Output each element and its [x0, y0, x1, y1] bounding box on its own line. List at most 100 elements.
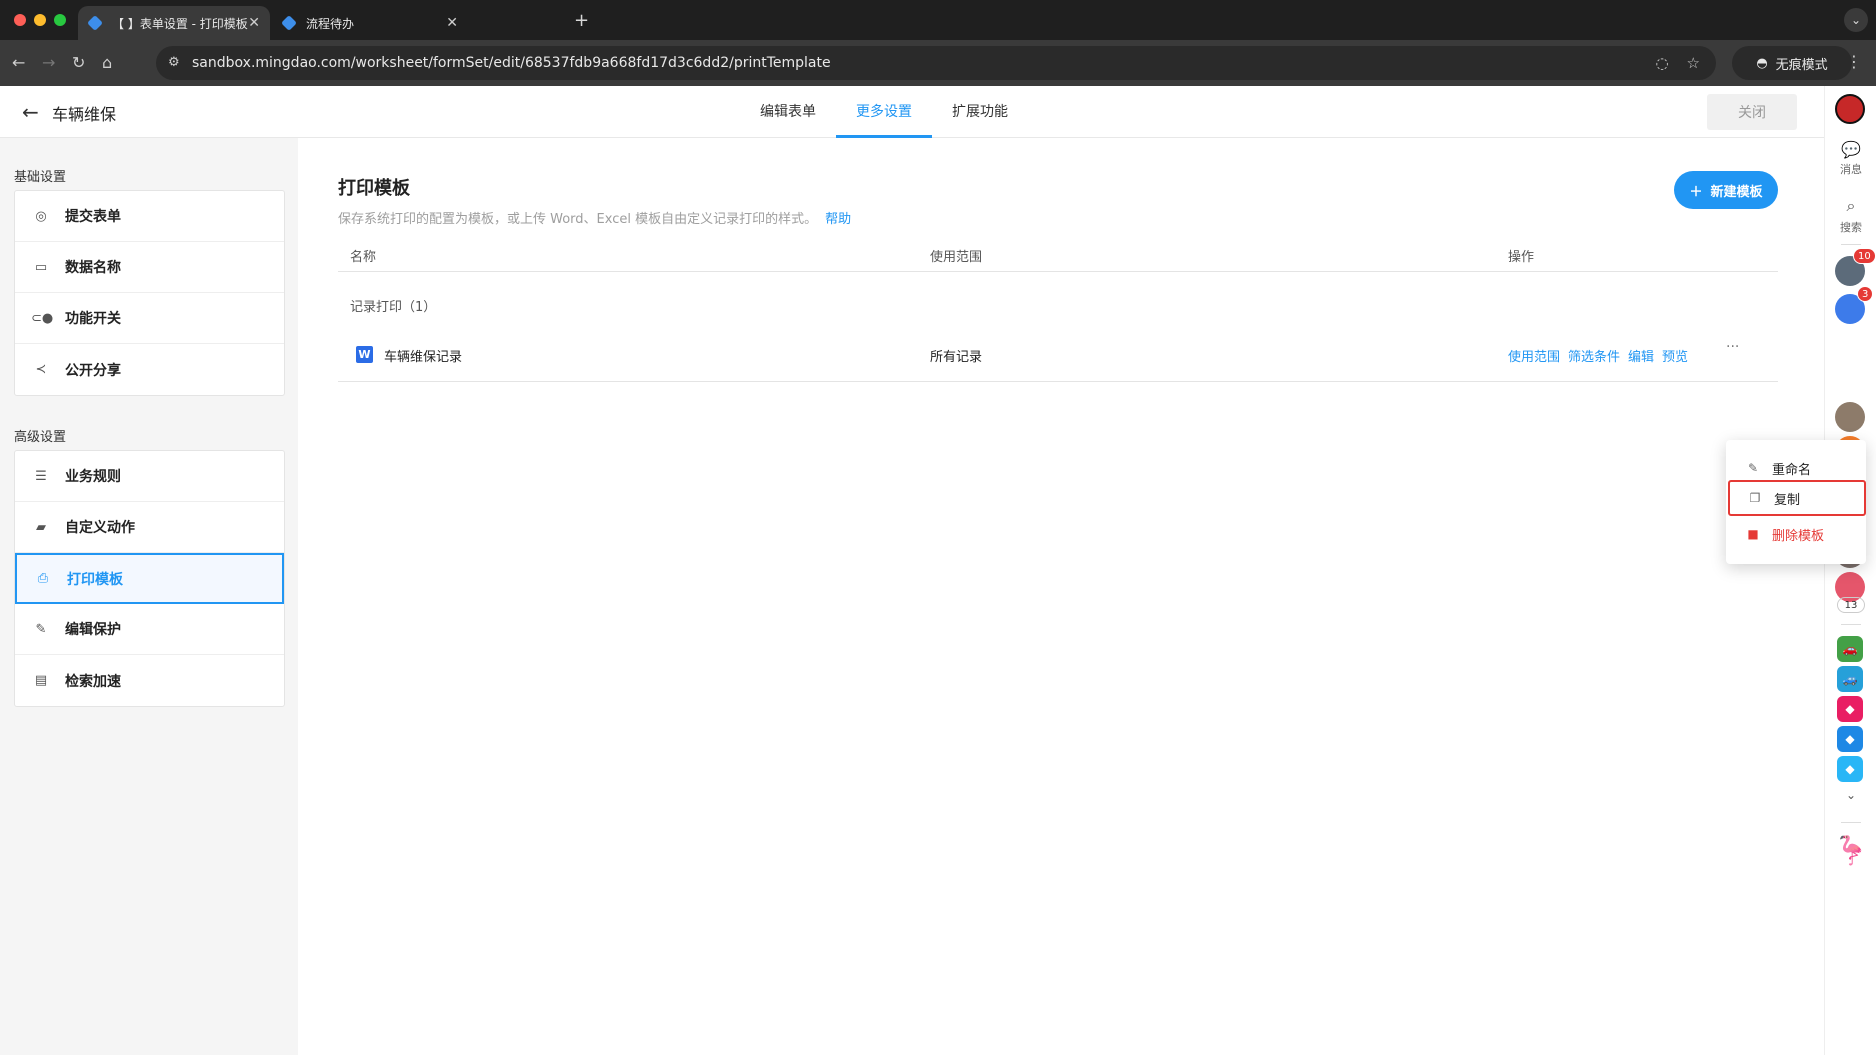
url-text: sandbox.mingdao.com/worksheet/formSet/ed…: [192, 55, 831, 71]
title-icon: ▭: [34, 259, 48, 275]
member-avatar[interactable]: [1835, 402, 1865, 432]
row-actions: 使用范围 筛选条件 编辑 预览: [1508, 346, 1688, 365]
column-header-scope: 使用范围: [930, 250, 983, 265]
sidebar-item-data-name[interactable]: ▭ 数据名称: [15, 242, 284, 293]
trash-icon: ■: [1747, 527, 1759, 541]
sidebar-item-label: 打印模板: [67, 571, 123, 588]
column-header-actions: 操作: [1508, 250, 1535, 265]
address-bar[interactable]: ⚙ sandbox.mingdao.com/worksheet/formSet/…: [156, 46, 1716, 80]
cube-app-icon[interactable]: ◆: [1837, 726, 1863, 752]
custom-action-icon: ▰: [36, 519, 46, 535]
pencil-icon: ✎: [1747, 461, 1759, 475]
section-heading: 打印模板: [338, 178, 410, 199]
browser-tab[interactable]: 流程待办 ✕: [272, 6, 468, 40]
calendar-count: 13: [1837, 597, 1865, 613]
settings-sidebar: 基础设置 ◎ 提交表单 ▭ 数据名称 ⊂● 功能开关 ≺ 公开分享 高级设置 ☰: [0, 138, 298, 1055]
action-edit-link[interactable]: 编辑: [1628, 346, 1654, 365]
messages-label: 消息: [1840, 163, 1862, 176]
zoom-window-button[interactable]: [54, 14, 66, 26]
sidebar-item-edit-protection[interactable]: ✎ 编辑保护: [15, 604, 284, 655]
plus-icon: ＋: [1689, 184, 1703, 200]
menu-item-copy[interactable]: ❐ 复制: [1728, 480, 1866, 516]
close-button[interactable]: 关闭: [1707, 94, 1797, 130]
browser-tab-active[interactable]: 【 】表单设置 - 打印模板 ✕: [78, 6, 270, 40]
reload-icon[interactable]: ↻: [72, 53, 85, 72]
header-tabs: 编辑表单 更多设置 扩展功能: [740, 86, 1028, 138]
vehicle-app-icon[interactable]: 🚙: [1837, 666, 1863, 692]
close-icon[interactable]: ✕: [446, 15, 458, 31]
word-file-icon: W: [356, 346, 373, 363]
new-template-button[interactable]: ＋ 新建模板: [1674, 171, 1778, 209]
tab-title: 流程待办: [306, 16, 355, 31]
share-icon: ≺: [35, 362, 47, 377]
sidebar-item-feature-toggles[interactable]: ⊂● 功能开关: [15, 293, 284, 344]
chat-bubble-icon[interactable]: 💬: [1825, 140, 1876, 159]
cube-icon: [87, 15, 103, 31]
sidebar-item-print-templates[interactable]: ⎙ 打印模板: [15, 553, 284, 604]
list-icon: ☰: [35, 468, 47, 484]
edit-lock-icon: ✎: [35, 621, 47, 637]
incognito-indicator[interactable]: ◓ 无痕模式: [1732, 46, 1852, 80]
cube-icon: [281, 15, 297, 31]
tab-title: 【 】表单设置 - 打印模板: [112, 16, 248, 31]
search-speed-icon: ▤: [34, 673, 48, 688]
copy-icon: ❐: [1749, 491, 1761, 505]
new-tab-button[interactable]: +: [574, 10, 589, 31]
description-text: 保存系统打印的配置为模板，或上传 Word、Excel 模板自由定义记录打印的样…: [338, 212, 818, 227]
sidebar-item-label: 检索加速: [65, 673, 121, 690]
back-arrow-icon[interactable]: ←: [22, 100, 39, 124]
help-link[interactable]: 帮助: [825, 212, 851, 227]
basic-settings-group: ◎ 提交表单 ▭ 数据名称 ⊂● 功能开关 ≺ 公开分享: [14, 190, 285, 396]
tab-extensions[interactable]: 扩展功能: [932, 86, 1028, 138]
chevron-down-icon[interactable]: ⌄: [1825, 788, 1876, 802]
user-avatar[interactable]: [1835, 94, 1865, 124]
star-icon[interactable]: ☆: [1687, 54, 1700, 72]
table-row: W 车辆维保记录 所有记录 使用范围 筛选条件 编辑 预览 ···: [338, 326, 1778, 382]
tab-more-settings[interactable]: 更多设置: [836, 86, 932, 138]
more-options-icon[interactable]: ···: [1726, 339, 1739, 355]
template-context-menu: ✎ 重命名 ❐ 复制 ■ 删除模板: [1726, 440, 1866, 564]
toggle-icon: ⊂●: [31, 310, 54, 326]
flamingo-icon[interactable]: 🦩: [1825, 834, 1876, 867]
site-info-icon[interactable]: ⚙: [168, 55, 180, 70]
sidebar-item-label: 自定义动作: [65, 520, 135, 536]
search-label: 搜索: [1840, 221, 1862, 234]
sidebar-item-label: 功能开关: [65, 311, 121, 327]
box-app-icon[interactable]: ◆: [1837, 696, 1863, 722]
action-preview-link[interactable]: 预览: [1662, 346, 1688, 365]
app-root: ← 车辆维保 编辑表单 更多设置 扩展功能 关闭 基础设置 ◎ 提交表单 ▭ 数…: [0, 86, 1876, 1055]
back-arrow-icon[interactable]: ←: [12, 53, 25, 72]
home-icon[interactable]: ⌂: [102, 53, 112, 72]
minimize-window-button[interactable]: [34, 14, 46, 26]
printer-icon: ⎙: [37, 571, 49, 586]
sidebar-item-public-share[interactable]: ≺ 公开分享: [15, 344, 284, 395]
tab-strip: 【 】表单设置 - 打印模板 ✕ 流程待办 ✕ + ⌄: [0, 0, 1876, 40]
tab-search-button[interactable]: ⌄: [1844, 8, 1868, 32]
tab-edit-form[interactable]: 编辑表单: [740, 86, 836, 138]
sidebar-item-label: 数据名称: [65, 260, 121, 276]
page-title: 车辆维保: [52, 105, 117, 124]
divider: [1841, 244, 1861, 245]
car-app-icon[interactable]: 🚗: [1837, 636, 1863, 662]
search-icon[interactable]: ⌕: [1825, 196, 1876, 216]
sidebar-item-business-rules[interactable]: ☰ 业务规则: [15, 451, 284, 502]
divider: [1841, 822, 1861, 823]
template-name: 车辆维保记录: [384, 350, 463, 365]
template-scope: 所有记录: [930, 350, 983, 365]
eye-off-icon[interactable]: ◌: [1655, 54, 1668, 72]
browser-menu-icon[interactable]: ⋮: [1846, 52, 1862, 71]
sidebar-item-search-acceleration[interactable]: ▤ 检索加速: [15, 655, 284, 706]
cube-app-icon[interactable]: ◆: [1837, 756, 1863, 782]
advanced-settings-group: ☰ 业务规则 ▰ 自定义动作 ⎙ 打印模板 ✎ 编辑保护 ▤ 检索加速: [14, 450, 285, 707]
right-rail: 💬 消息 ⌕ 搜索 10 3 13 🚗 🚙 ◆ ◆ ◆ ⌄ 🦩: [1824, 86, 1876, 1055]
close-icon[interactable]: ✕: [248, 15, 260, 31]
browser-chrome: 【 】表单设置 - 打印模板 ✕ 流程待办 ✕ + ⌄ ← → ↻ ⌂ ⚙ sa…: [0, 0, 1876, 86]
group-header: 记录打印（1）: [350, 300, 437, 315]
close-window-button[interactable]: [14, 14, 26, 26]
sidebar-item-custom-actions[interactable]: ▰ 自定义动作: [15, 502, 284, 553]
forward-arrow-icon[interactable]: →: [42, 53, 55, 72]
action-filter-link[interactable]: 筛选条件: [1568, 346, 1620, 365]
sidebar-item-submit-form[interactable]: ◎ 提交表单: [15, 191, 284, 242]
menu-item-delete[interactable]: ■ 删除模板: [1726, 516, 1866, 552]
action-scope-link[interactable]: 使用范围: [1508, 346, 1560, 365]
